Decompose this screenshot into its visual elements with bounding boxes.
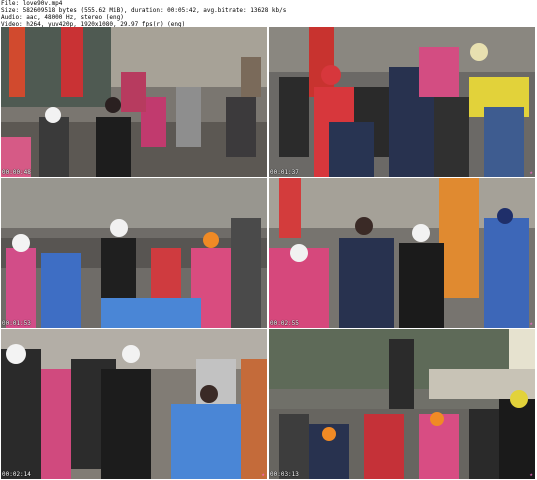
scene-image	[1, 27, 267, 177]
timestamp-label: 00:02:14	[2, 471, 31, 478]
timestamp-label: 00:01:37	[270, 169, 299, 176]
video-thumbnail-1: 00:00:48	[1, 27, 267, 177]
scene-image	[1, 178, 267, 328]
video-thumbnail-2: 00:01:37 ★	[269, 27, 535, 177]
thumbnail-grid: 00:00:48 00:01:37 ★ 00:01:53 00:02:55 ★ …	[1, 27, 536, 479]
file-name-line: File: love90v.mp4	[1, 0, 63, 7]
video-thumbnail-6: 00:03:13 ★	[269, 329, 535, 479]
timestamp-label: 00:01:53	[2, 320, 31, 327]
watermark-logo: ★	[261, 472, 265, 477]
timestamp-label: 00:00:48	[2, 169, 31, 176]
scene-image	[269, 27, 535, 177]
watermark-logo: ★	[529, 321, 533, 326]
file-size-line: Size: 582609518 bytes (555.62 MiB), dura…	[1, 7, 287, 14]
video-thumbnail-3: 00:01:53	[1, 178, 267, 328]
scene-image	[1, 329, 267, 479]
timestamp-label: 00:03:13	[270, 471, 299, 478]
file-info-header: File: love90v.mp4 Size: 582609518 bytes …	[0, 0, 537, 28]
scene-image	[269, 329, 535, 479]
video-thumbnail-4: 00:02:55 ★	[269, 178, 535, 328]
watermark-logo: ★	[529, 472, 533, 477]
video-thumbnail-5: 00:02:14 ★	[1, 329, 267, 479]
watermark-logo: ★	[529, 170, 533, 175]
audio-info-line: Audio: aac, 48000 Hz, stereo (eng)	[1, 14, 124, 21]
timestamp-label: 00:02:55	[270, 320, 299, 327]
scene-image	[269, 178, 535, 328]
